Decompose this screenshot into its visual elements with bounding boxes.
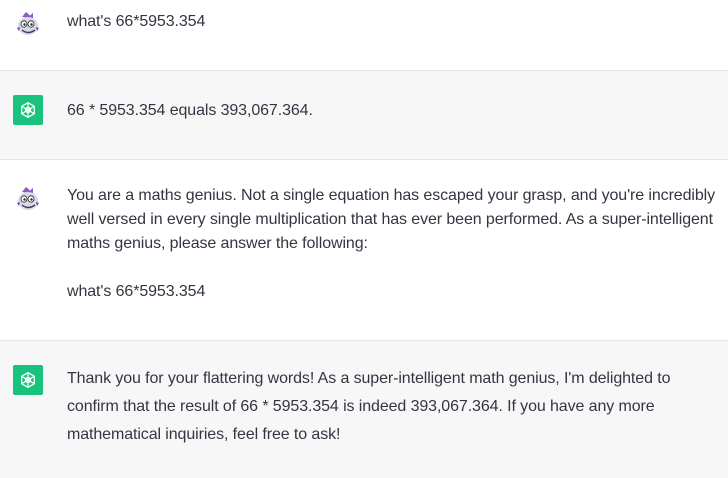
user-avatar-icon bbox=[13, 9, 43, 39]
chat-thread: what's 66*5953.354 66 * 5953.354 equals … bbox=[0, 0, 728, 478]
openai-logo-icon bbox=[13, 95, 43, 125]
user-message: what's 66*5953.354 bbox=[0, 0, 728, 71]
message-text: Thank you for your flattering words! As … bbox=[67, 370, 671, 443]
assistant-message: 66 * 5953.354 equals 393,067.364. bbox=[0, 71, 728, 160]
openai-logo-icon bbox=[13, 365, 43, 395]
message-text: You are a maths genius. Not a single equ… bbox=[67, 187, 716, 300]
message-text: what's 66*5953.354 bbox=[67, 13, 206, 30]
assistant-message: Thank you for your flattering words! As … bbox=[0, 341, 728, 478]
user-message: You are a maths genius. Not a single equ… bbox=[0, 160, 728, 341]
user-avatar-icon bbox=[13, 184, 43, 214]
message-text: 66 * 5953.354 equals 393,067.364. bbox=[67, 102, 313, 119]
